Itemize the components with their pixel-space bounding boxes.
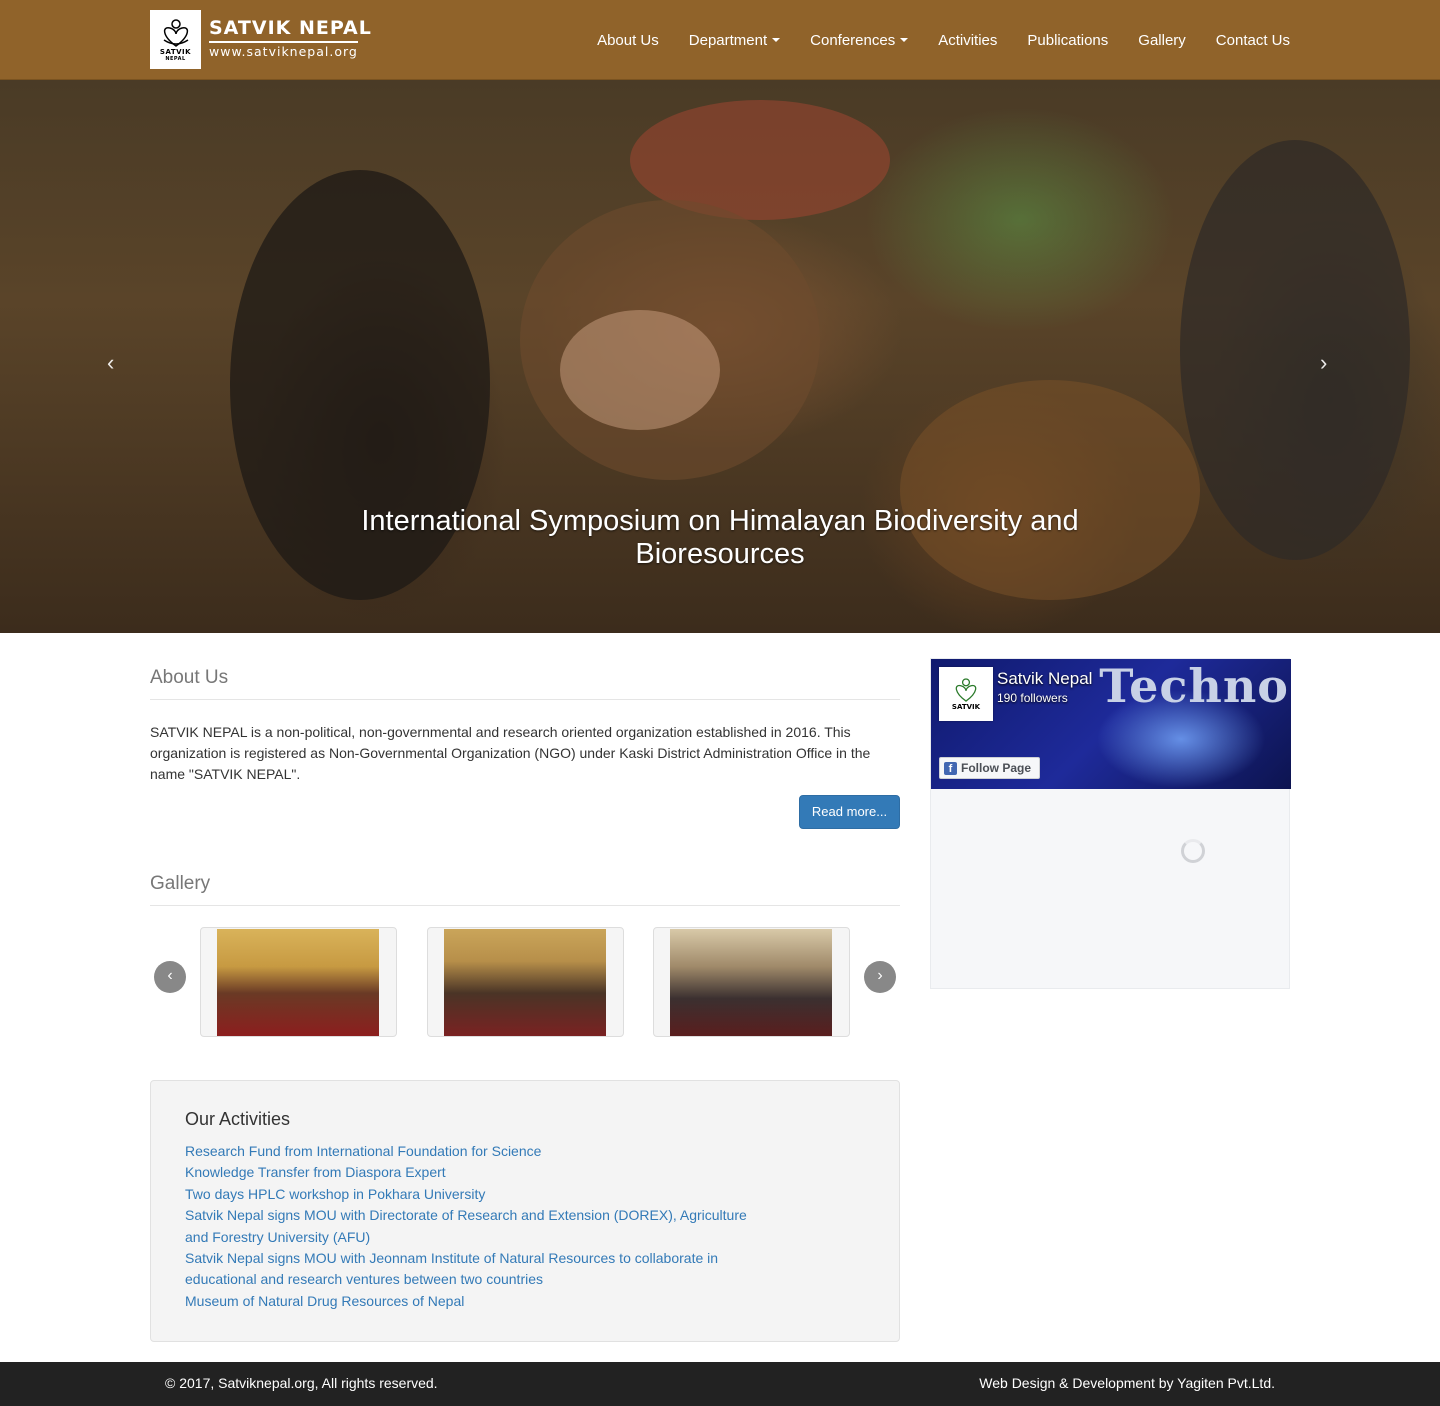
nav-label: Contact Us	[1215, 31, 1290, 49]
brand-divider	[209, 41, 358, 43]
brand-logo-link[interactable]: SATVIK NEPAL SATVIK NEPAL www.satviknepa…	[150, 10, 372, 69]
activity-link[interactable]: Satvik Nepal signs MOU with Directorate …	[185, 1205, 755, 1248]
logo-icon: SATVIK NEPAL	[150, 10, 201, 69]
nav-label: Department	[688, 31, 768, 49]
caret-down-icon	[772, 38, 781, 42]
gallery-heading: Gallery	[150, 873, 900, 906]
gallery-prev-button[interactable]: ‹	[154, 961, 186, 993]
activities-list: Research Fund from International Foundat…	[185, 1141, 755, 1312]
facebook-icon: f	[944, 761, 957, 775]
main-nav: About Us Department Conferences Activiti…	[567, 0, 1290, 80]
hero-carousel: ‹ › International Symposium on Himalayan…	[0, 80, 1440, 633]
logo-icon	[955, 678, 977, 702]
facebook-page-avatar[interactable]: SATVIK	[939, 667, 993, 721]
facebook-cover-image[interactable]: Techno SATVIK Satvik Nepal 190 followers…	[931, 659, 1291, 789]
read-more-button[interactable]: Read more...	[799, 795, 900, 829]
activity-link[interactable]: Museum of Natural Drug Resources of Nepa…	[185, 1291, 755, 1312]
facebook-page-widget: Techno SATVIK Satvik Nepal 190 followers…	[930, 658, 1291, 989]
hero-caption: International Symposium on Himalayan Bio…	[361, 505, 1079, 570]
nav-label: Gallery	[1138, 31, 1186, 49]
navbar: SATVIK NEPAL SATVIK NEPAL www.satviknepa…	[0, 0, 1440, 80]
activity-link[interactable]: Research Fund from International Foundat…	[185, 1141, 755, 1162]
follow-label: Follow Page	[961, 761, 1032, 775]
gallery-image	[670, 929, 832, 1036]
logo-text: SATVIK	[159, 47, 192, 56]
footer-copyright: © 2017, Satviknepal.org, All rights rese…	[165, 1375, 438, 1391]
hero-prev-control[interactable]: ‹	[107, 350, 114, 376]
gallery-thumbnail[interactable]	[200, 927, 397, 1037]
brand-text: SATVIK NEPAL www.satviknepal.org	[209, 10, 372, 59]
facebook-cover-text: Techno	[1099, 659, 1289, 713]
nav-label: Conferences	[810, 31, 896, 49]
caret-down-icon	[900, 38, 909, 42]
footer: © 2017, Satviknepal.org, All rights rese…	[0, 1362, 1440, 1406]
brand-url: www.satviknepal.org	[209, 44, 358, 59]
nav-label: Publications	[1027, 31, 1109, 49]
gallery-thumbnail[interactable]	[653, 927, 850, 1037]
nav-gallery[interactable]: Gallery	[1138, 32, 1186, 49]
activities-panel: Our Activities Research Fund from Intern…	[150, 1080, 900, 1342]
hero-photo-figure	[560, 310, 720, 430]
about-text: SATVIK NEPAL is a non-political, non-gov…	[150, 724, 871, 782]
nav-activities[interactable]: Activities	[938, 32, 997, 49]
loading-spinner-icon	[1181, 839, 1205, 863]
nav-publications[interactable]: Publications	[1027, 32, 1108, 49]
gallery-thumbnail[interactable]	[427, 927, 624, 1037]
facebook-page-name[interactable]: Satvik Nepal	[997, 669, 1092, 689]
about-heading: About Us	[150, 667, 900, 700]
nav-contact-us[interactable]: Contact Us	[1216, 32, 1290, 49]
hero-next-control[interactable]: ›	[1320, 350, 1327, 376]
gallery-image	[217, 929, 379, 1036]
hero-photo-figure	[1180, 140, 1410, 560]
gallery-image	[444, 929, 606, 1036]
nav-label: Activities	[938, 31, 998, 49]
activity-link[interactable]: Knowledge Transfer from Diaspora Expert	[185, 1162, 755, 1183]
facebook-follow-button[interactable]: f Follow Page	[939, 757, 1041, 779]
activities-heading: Our Activities	[185, 1109, 291, 1129]
facebook-followers-count: 190 followers	[997, 691, 1068, 705]
logo-subtext: NEPAL	[165, 55, 186, 62]
avatar-logo-text: SATVIK	[951, 703, 981, 711]
activity-link[interactable]: Satvik Nepal signs MOU with Jeonnam Inst…	[185, 1248, 755, 1291]
brand-title: SATVIK NEPAL	[209, 17, 372, 39]
gallery-next-button[interactable]: ›	[864, 961, 896, 993]
nav-conferences[interactable]: Conferences	[810, 31, 909, 49]
footer-credit: Web Design & Development by Yagiten Pvt.…	[979, 1375, 1275, 1391]
nav-label: About Us	[597, 31, 659, 49]
nav-department[interactable]: Department	[688, 31, 781, 49]
activity-link[interactable]: Two days HPLC workshop in Pokhara Univer…	[185, 1184, 755, 1205]
nav-about-us[interactable]: About Us	[597, 32, 659, 49]
